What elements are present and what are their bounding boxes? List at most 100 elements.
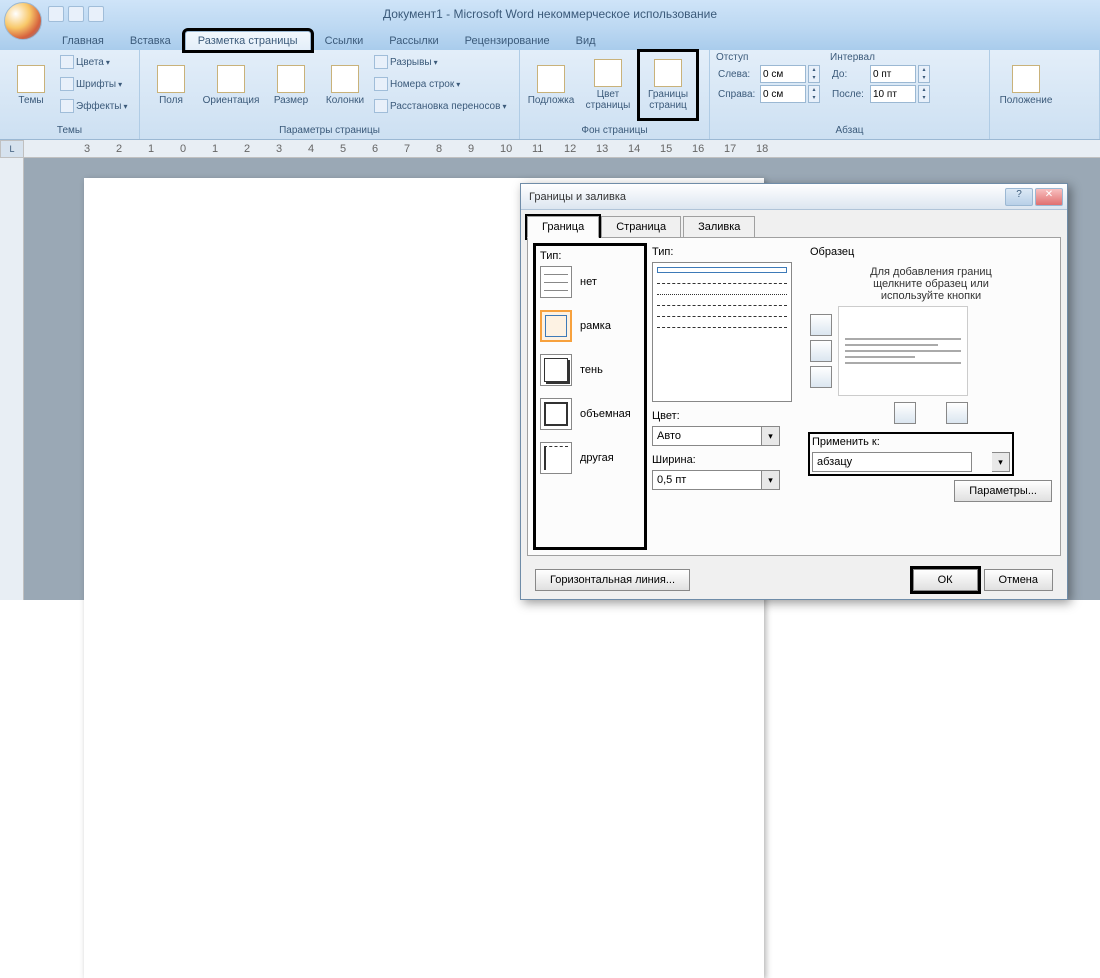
border-middle-toggle[interactable] bbox=[810, 340, 832, 362]
indent-right-input[interactable] bbox=[760, 85, 806, 103]
theme-effects-button[interactable]: Эффекты▾ bbox=[60, 96, 127, 116]
options-button[interactable]: Параметры... bbox=[954, 480, 1052, 502]
ribbon: Темы Цвета▾ Шрифты▾ Эффекты▾ Темы Поля О… bbox=[0, 50, 1100, 140]
quick-access-toolbar bbox=[48, 6, 104, 22]
group-arrange: Положение bbox=[990, 50, 1100, 139]
margins-button[interactable]: Поля bbox=[146, 52, 196, 118]
tab-review[interactable]: Рецензирование bbox=[453, 32, 562, 50]
color-combo[interactable]: ▾ bbox=[652, 426, 802, 446]
page-color-icon bbox=[594, 59, 622, 87]
page-color-button[interactable]: Цвет страницы bbox=[580, 52, 636, 118]
width-combo[interactable]: ▾ bbox=[652, 470, 802, 490]
watermark-icon bbox=[537, 65, 565, 93]
horizontal-ruler[interactable]: 3210123456789101112131415161718 bbox=[24, 140, 1100, 158]
size-button[interactable]: Размер bbox=[266, 52, 316, 118]
tab-home[interactable]: Главная bbox=[50, 32, 116, 50]
width-input[interactable] bbox=[652, 470, 762, 490]
dialog-help-button[interactable]: ? bbox=[1005, 188, 1033, 206]
theme-colors-button[interactable]: Цвета▾ bbox=[60, 52, 127, 72]
sample-label: Образец bbox=[810, 246, 1052, 258]
width-label: Ширина: bbox=[652, 454, 802, 466]
border-top-toggle[interactable] bbox=[810, 314, 832, 336]
tab-references[interactable]: Ссылки bbox=[313, 32, 376, 50]
setting-3d-icon bbox=[540, 398, 572, 430]
borders-shading-dialog: Границы и заливка ? ✕ Граница Страница З… bbox=[520, 183, 1068, 600]
horizontal-line-button[interactable]: Горизонтальная линия... bbox=[535, 569, 690, 591]
themes-button[interactable]: Темы bbox=[6, 52, 56, 118]
apply-to-label: Применить к: bbox=[812, 436, 1010, 448]
dialog-tab-fill[interactable]: Заливка bbox=[683, 216, 755, 238]
redo-icon[interactable] bbox=[88, 6, 104, 22]
indent-left-spinner[interactable]: Слева:▴▾ bbox=[716, 65, 820, 83]
breaks-button[interactable]: Разрывы▾ bbox=[374, 52, 506, 72]
dialog-tab-page[interactable]: Страница bbox=[601, 216, 681, 238]
setting-none-icon bbox=[540, 266, 572, 298]
columns-icon bbox=[331, 65, 359, 93]
line-numbers-icon bbox=[374, 77, 388, 91]
tab-view[interactable]: Вид bbox=[564, 32, 608, 50]
position-button[interactable]: Положение bbox=[996, 52, 1056, 118]
columns-button[interactable]: Колонки bbox=[320, 52, 370, 118]
apply-to-input[interactable] bbox=[812, 452, 972, 472]
style-listbox[interactable] bbox=[652, 262, 792, 402]
orientation-icon bbox=[217, 65, 245, 93]
border-bottom-toggle[interactable] bbox=[810, 366, 832, 388]
style-dash-3[interactable] bbox=[657, 327, 787, 328]
fonts-icon bbox=[60, 77, 74, 91]
chevron-down-icon[interactable]: ▾ bbox=[762, 426, 780, 446]
dialog-tab-border[interactable]: Граница bbox=[527, 216, 599, 238]
style-dot[interactable] bbox=[657, 294, 787, 295]
preview-bottom-buttons bbox=[810, 402, 1052, 424]
undo-icon[interactable] bbox=[68, 6, 84, 22]
style-dash-1[interactable] bbox=[657, 283, 787, 284]
dialog-tabs: Граница Страница Заливка bbox=[527, 216, 1061, 238]
setting-shadow[interactable]: тень bbox=[540, 354, 640, 386]
spacing-header: Интервал bbox=[830, 52, 930, 63]
setting-box[interactable]: рамка bbox=[540, 310, 640, 342]
style-dash-2[interactable] bbox=[657, 305, 787, 306]
indent-left-input[interactable] bbox=[760, 65, 806, 83]
border-right-toggle[interactable] bbox=[946, 402, 968, 424]
setting-custom[interactable]: другая bbox=[540, 442, 640, 474]
border-setting-column: Тип: нет рамка тень объемная другая bbox=[536, 246, 644, 547]
tab-page-layout[interactable]: Разметка страницы bbox=[185, 31, 311, 50]
office-button[interactable] bbox=[4, 2, 42, 40]
tab-insert[interactable]: Вставка bbox=[118, 32, 183, 50]
spacing-after-spinner[interactable]: После:▴▾ bbox=[830, 85, 930, 103]
page-borders-button[interactable]: Границы страниц bbox=[640, 52, 696, 118]
dialog-titlebar[interactable]: Границы и заливка ? ✕ bbox=[521, 184, 1067, 210]
line-numbers-button[interactable]: Номера строк▾ bbox=[374, 74, 506, 94]
sample-hint-2: щелкните образец или bbox=[810, 278, 1052, 290]
chevron-down-icon[interactable]: ▾ bbox=[992, 452, 1010, 472]
dialog-close-button[interactable]: ✕ bbox=[1035, 188, 1063, 206]
tab-mailings[interactable]: Рассылки bbox=[377, 32, 450, 50]
spacing-before-spinner[interactable]: До:▴▾ bbox=[830, 65, 930, 83]
breaks-icon bbox=[374, 55, 388, 69]
color-input[interactable] bbox=[652, 426, 762, 446]
spacing-after-input[interactable] bbox=[870, 85, 916, 103]
ok-button[interactable]: ОК bbox=[913, 569, 978, 591]
hyphenation-button[interactable]: Расстановка переносов▾ bbox=[374, 96, 506, 116]
preview-column: Образец Для добавления границ щелкните о… bbox=[810, 246, 1052, 547]
preview-box[interactable] bbox=[838, 306, 968, 396]
window-title: Документ1 - Microsoft Word некоммерческо… bbox=[383, 7, 717, 21]
setting-3d[interactable]: объемная bbox=[540, 398, 640, 430]
indent-right-spinner[interactable]: Справа:▴▾ bbox=[716, 85, 820, 103]
apply-to-combo[interactable]: ▾ bbox=[812, 452, 1010, 472]
setting-none[interactable]: нет bbox=[540, 266, 640, 298]
vertical-ruler[interactable] bbox=[0, 158, 24, 600]
style-dashdot[interactable] bbox=[657, 316, 787, 317]
theme-fonts-button[interactable]: Шрифты▾ bbox=[60, 74, 127, 94]
border-left-toggle[interactable] bbox=[894, 402, 916, 424]
group-paragraph: Отступ Слева:▴▾ Справа:▴▾ Интервал До:▴▾… bbox=[710, 50, 990, 139]
chevron-down-icon[interactable]: ▾ bbox=[762, 470, 780, 490]
orientation-button[interactable]: Ориентация bbox=[200, 52, 262, 118]
cancel-button[interactable]: Отмена bbox=[984, 569, 1053, 591]
style-solid[interactable] bbox=[657, 267, 787, 273]
spacing-before-input[interactable] bbox=[870, 65, 916, 83]
border-style-column: Тип: Цвет: ▾ Ширина: ▾ bbox=[652, 246, 802, 547]
save-icon[interactable] bbox=[48, 6, 64, 22]
watermark-button[interactable]: Подложка bbox=[526, 52, 576, 118]
dialog-content: Тип: нет рамка тень объемная другая Тип: bbox=[527, 238, 1061, 556]
group-label-page-setup: Параметры страницы bbox=[146, 124, 513, 137]
